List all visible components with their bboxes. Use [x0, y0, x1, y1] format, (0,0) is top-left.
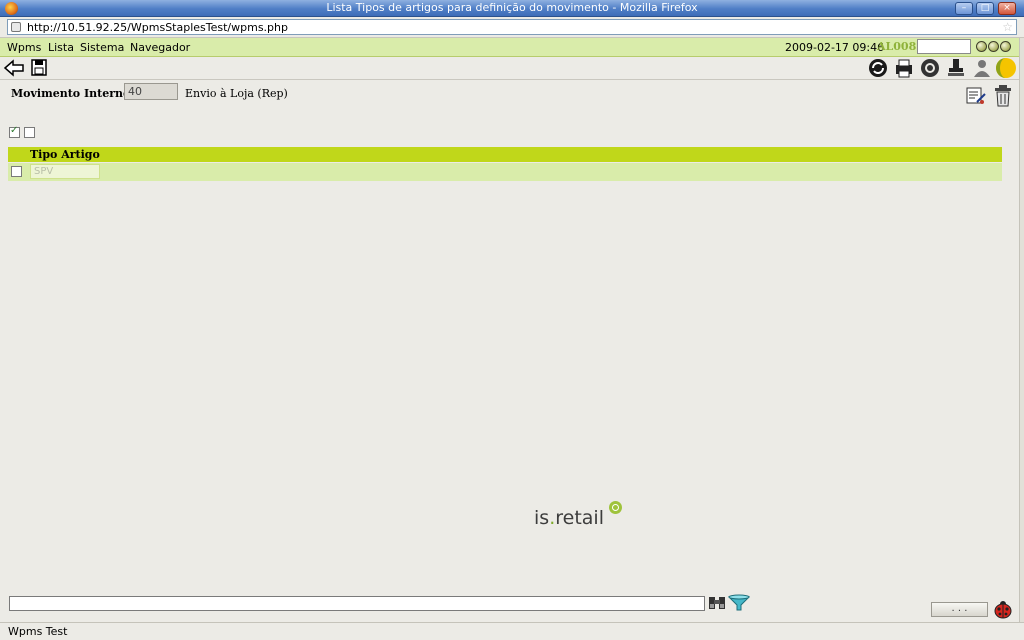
- globe-icon[interactable]: [995, 57, 1017, 79]
- menu-lista[interactable]: Lista: [48, 41, 74, 54]
- logo-suffix: retail: [555, 507, 604, 529]
- right-scrollbar[interactable]: [1019, 38, 1024, 622]
- app-menu-bar: Wpms Lista Sistema Navegador 2009-02-17 …: [0, 38, 1024, 57]
- edit-document-icon[interactable]: [965, 84, 987, 106]
- window-title: Lista Tipos de artigos para definição do…: [326, 1, 698, 14]
- ladybug-icon[interactable]: [991, 598, 1015, 620]
- filter-checkbox-1[interactable]: [9, 125, 20, 138]
- status-light-3-icon[interactable]: [1000, 41, 1011, 52]
- movimento-description: Envio à Loja (Rep): [185, 87, 288, 100]
- bookmark-star-icon[interactable]: ☆: [1002, 20, 1013, 34]
- current-datetime: 2009-02-17 09:46: [785, 41, 885, 54]
- browser-navigation-bar: http://10.51.92.25/WpmsStaplesTest/wpms.…: [0, 17, 1024, 38]
- binoculars-icon[interactable]: [708, 594, 726, 612]
- menu-sistema[interactable]: Sistema: [80, 41, 124, 54]
- filter-icon[interactable]: [727, 594, 751, 612]
- status-light-2-icon[interactable]: [988, 41, 999, 52]
- table-row[interactable]: SPV: [8, 163, 1002, 181]
- back-arrow-icon[interactable]: [3, 57, 25, 79]
- movimento-interno-label: Movimento Interno:: [11, 87, 135, 100]
- refresh-icon[interactable]: [867, 57, 889, 79]
- browser-status-bar: Wpms Test: [0, 622, 1024, 640]
- menu-navegador[interactable]: Navegador: [130, 41, 190, 54]
- stamp-icon[interactable]: [945, 57, 967, 79]
- maximize-button[interactable]: □: [976, 2, 994, 15]
- minimize-button[interactable]: –: [955, 2, 973, 15]
- menu-wpms[interactable]: Wpms: [7, 41, 41, 54]
- row-checkbox[interactable]: [11, 166, 22, 177]
- user-icon[interactable]: [971, 57, 993, 79]
- ellipsis-button[interactable]: . . .: [931, 602, 988, 617]
- logo-prefix: is: [534, 507, 550, 529]
- command-input[interactable]: [9, 596, 705, 611]
- toolbar: [0, 57, 1024, 80]
- trash-icon[interactable]: [992, 84, 1014, 108]
- close-window-button[interactable]: ×: [998, 2, 1016, 15]
- tipo-artigo-cell[interactable]: SPV: [30, 164, 100, 179]
- save-icon[interactable]: [29, 57, 51, 79]
- page-icon: [11, 22, 21, 32]
- status-light-1-icon[interactable]: [976, 41, 987, 52]
- movimento-interno-field[interactable]: 40: [124, 83, 178, 100]
- print-icon[interactable]: [893, 57, 915, 79]
- url-text: http://10.51.92.25/WpmsStaplesTest/wpms.…: [27, 21, 288, 34]
- url-field[interactable]: http://10.51.92.25/WpmsStaplesTest/wpms.…: [7, 19, 1017, 35]
- user-code: AL008: [877, 40, 917, 53]
- logo-mark-icon: [609, 501, 622, 514]
- quick-search-input[interactable]: [917, 39, 971, 54]
- grid-header: Tipo Artigo: [8, 147, 1002, 162]
- window-titlebar: Lista Tipos de artigos para definição do…: [0, 0, 1024, 17]
- column-header-tipo-artigo[interactable]: Tipo Artigo: [30, 148, 100, 161]
- lifebuoy-icon[interactable]: [919, 57, 941, 79]
- status-text: Wpms Test: [8, 625, 68, 638]
- is-retail-logo: is.retail: [534, 507, 604, 529]
- filter-checkbox-2[interactable]: [24, 127, 35, 138]
